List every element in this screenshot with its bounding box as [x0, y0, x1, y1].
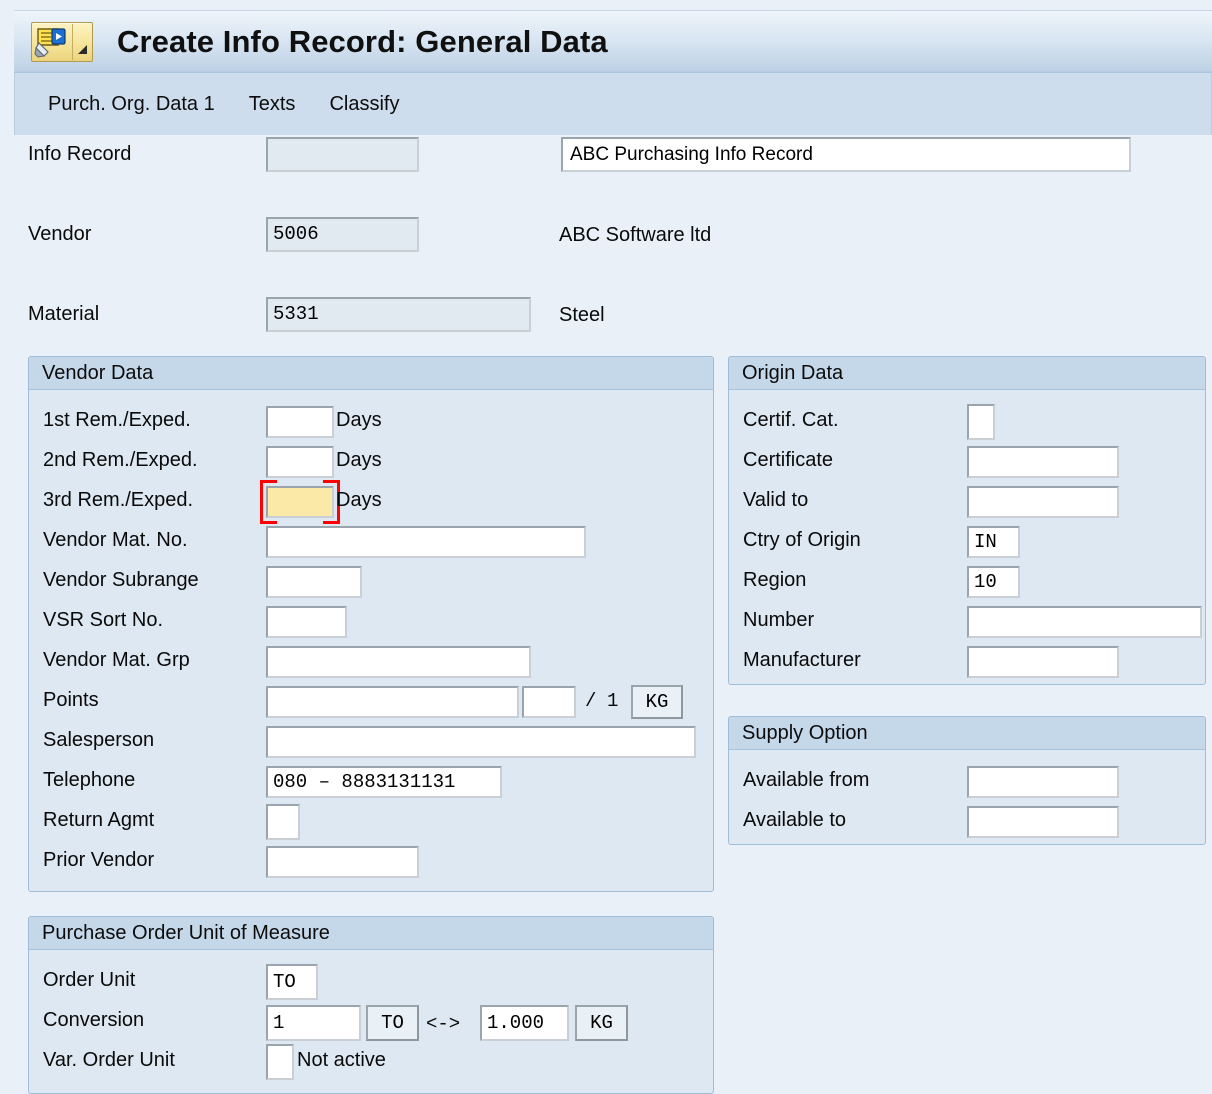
- origin-data-group: Origin Data Certif. Cat. Certificate Val…: [728, 356, 1206, 685]
- sap-window: Create Info Record: General Data Purch. …: [0, 0, 1212, 1094]
- conversion-operator: <->: [426, 1013, 460, 1035]
- order-unit-label: Order Unit: [43, 969, 135, 992]
- supply-option-group: Supply Option Available from Available t…: [728, 716, 1206, 845]
- salesperson-label: Salesperson: [43, 729, 154, 752]
- info-record-input[interactable]: [266, 137, 419, 172]
- info-record-label: Info Record: [28, 143, 131, 166]
- po-unit-of-measure-group: Purchase Order Unit of Measure Order Uni…: [28, 916, 714, 1094]
- points-label: Points: [43, 689, 99, 712]
- ctry-of-origin-label: Ctry of Origin: [743, 529, 861, 552]
- conversion-unit-from-button[interactable]: TO: [366, 1005, 419, 1041]
- manufacturer-input[interactable]: [967, 646, 1119, 678]
- origin-data-title: Origin Data: [729, 357, 1205, 390]
- rem1-unit: Days: [336, 409, 382, 432]
- order-unit-input[interactable]: TO: [266, 964, 318, 1000]
- toolbar-button-texts[interactable]: Texts: [245, 93, 300, 116]
- vendor-mat-grp-input[interactable]: [266, 646, 531, 678]
- supply-option-title: Supply Option: [729, 717, 1205, 750]
- toolbar-button-classify[interactable]: Classify: [325, 93, 403, 116]
- dropdown-arrow-icon[interactable]: [78, 45, 87, 54]
- var-order-unit-label: Var. Order Unit: [43, 1049, 175, 1072]
- points-uom-button[interactable]: KG: [631, 685, 683, 719]
- available-to-label: Available to: [743, 809, 846, 832]
- telephone-input[interactable]: 080 – 8883131131: [266, 766, 502, 798]
- return-agmt-label: Return Agmt: [43, 809, 154, 832]
- rem3-label: 3rd Rem./Exped.: [43, 489, 193, 512]
- number-input[interactable]: [967, 606, 1202, 638]
- vendor-description: ABC Software ltd: [559, 224, 711, 247]
- window-title: Create Info Record: General Data: [117, 24, 608, 60]
- po-unit-of-measure-body: Order Unit TO Conversion 1 TO <-> 1.000 …: [29, 950, 713, 1093]
- certif-cat-input[interactable]: [967, 404, 995, 440]
- icon-button-separator: [72, 24, 73, 60]
- conversion-unit-to-button[interactable]: KG: [575, 1005, 628, 1041]
- rem2-label: 2nd Rem./Exped.: [43, 449, 198, 472]
- points-quantity: 1: [607, 690, 618, 712]
- points-unit-input[interactable]: [522, 686, 576, 718]
- rem2-input[interactable]: [266, 446, 334, 478]
- conversion-value-input[interactable]: 1: [266, 1005, 361, 1041]
- rem2-unit: Days: [336, 449, 382, 472]
- prior-vendor-input[interactable]: [266, 846, 419, 878]
- rem1-label: 1st Rem./Exped.: [43, 409, 191, 432]
- return-agmt-input[interactable]: [266, 804, 300, 840]
- rem3-unit: Days: [336, 489, 382, 512]
- vendor-data-body: 1st Rem./Exped. Days 2nd Rem./Exped. Day…: [29, 390, 713, 891]
- conversion-label: Conversion: [43, 1009, 144, 1032]
- valid-to-input[interactable]: [967, 486, 1119, 518]
- region-label: Region: [743, 569, 806, 592]
- vendor-data-group: Vendor Data 1st Rem./Exped. Days 2nd Rem…: [28, 356, 714, 892]
- info-record-icon-button[interactable]: [31, 22, 93, 62]
- vsr-sort-no-label: VSR Sort No.: [43, 609, 163, 632]
- certificate-input[interactable]: [967, 446, 1119, 478]
- manufacturer-label: Manufacturer: [743, 649, 861, 672]
- rem3-input[interactable]: [266, 486, 334, 518]
- info-record-icon: [32, 23, 70, 61]
- number-label: Number: [743, 609, 814, 632]
- available-from-label: Available from: [743, 769, 869, 792]
- origin-data-body: Certif. Cat. Certificate Valid to Ctry o…: [729, 390, 1205, 684]
- application-toolbar: Purch. Org. Data 1 Texts Classify: [14, 73, 1212, 135]
- vendor-data-title: Vendor Data: [29, 357, 713, 390]
- conversion-value-to-input[interactable]: 1.000: [480, 1005, 569, 1041]
- valid-to-label: Valid to: [743, 489, 808, 512]
- header-row-material: Material 5331 Steel: [14, 300, 1212, 340]
- vendor-mat-no-input[interactable]: [266, 526, 586, 558]
- window-titlebar: Create Info Record: General Data: [14, 10, 1212, 73]
- vendor-subrange-input[interactable]: [266, 566, 362, 598]
- vendor-mat-grp-label: Vendor Mat. Grp: [43, 649, 190, 672]
- material-input[interactable]: 5331: [266, 297, 531, 332]
- available-to-input[interactable]: [967, 806, 1119, 838]
- prior-vendor-label: Prior Vendor: [43, 849, 154, 872]
- certificate-label: Certificate: [743, 449, 833, 472]
- header-row-vendor: Vendor 5006 ABC Software ltd: [14, 220, 1212, 260]
- info-record-description-input[interactable]: ABC Purchasing Info Record: [561, 137, 1131, 172]
- ctry-of-origin-input[interactable]: IN: [967, 526, 1020, 558]
- vendor-input[interactable]: 5006: [266, 217, 419, 252]
- available-from-input[interactable]: [967, 766, 1119, 798]
- vendor-subrange-label: Vendor Subrange: [43, 569, 199, 592]
- toolbar-button-purch-org-data-1[interactable]: Purch. Org. Data 1: [44, 93, 219, 116]
- certif-cat-label: Certif. Cat.: [743, 409, 839, 432]
- supply-option-body: Available from Available to: [729, 750, 1205, 844]
- header-field-block: Info Record ABC Purchasing Info Record V…: [14, 140, 1212, 300]
- rem1-input[interactable]: [266, 406, 334, 438]
- points-separator: /: [585, 690, 596, 712]
- header-row-info-record: Info Record ABC Purchasing Info Record: [14, 140, 1212, 180]
- po-unit-of-measure-title: Purchase Order Unit of Measure: [29, 917, 713, 950]
- vendor-label: Vendor: [28, 223, 91, 246]
- region-input[interactable]: 10: [967, 566, 1020, 598]
- salesperson-input[interactable]: [266, 726, 696, 758]
- material-description: Steel: [559, 304, 605, 327]
- material-label: Material: [28, 303, 99, 326]
- var-order-unit-input[interactable]: [266, 1044, 294, 1080]
- vendor-mat-no-label: Vendor Mat. No.: [43, 529, 188, 552]
- var-order-unit-status: Not active: [297, 1049, 386, 1072]
- points-input[interactable]: [266, 686, 519, 718]
- vsr-sort-no-input[interactable]: [266, 606, 347, 638]
- telephone-label: Telephone: [43, 769, 135, 792]
